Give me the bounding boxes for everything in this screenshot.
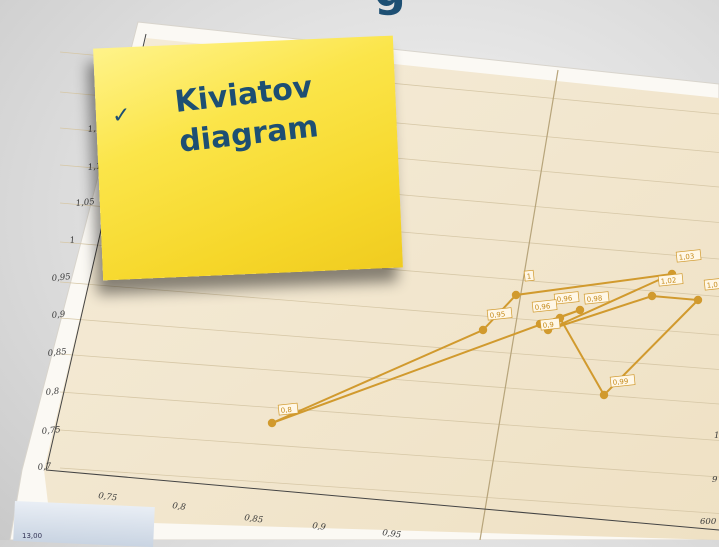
- y-tick-label: 1: [69, 235, 75, 246]
- second-slide-label: 13,00: [22, 532, 43, 540]
- data-point: [647, 291, 657, 301]
- data-point: [478, 325, 488, 335]
- data-point: [511, 290, 521, 300]
- data-point: [575, 305, 585, 315]
- data-point: [267, 418, 277, 428]
- data-label: 0,98: [586, 294, 602, 304]
- x-tick-label: 0,95: [382, 528, 402, 540]
- checkmark-icon: ✓: [111, 103, 132, 129]
- x-tick-label: 0,8: [172, 501, 187, 513]
- data-label: 0,96: [556, 294, 573, 304]
- y-tick-label: 0,8: [45, 387, 60, 398]
- y-tick-label: 0,7: [37, 462, 52, 473]
- data-label: 0,9: [542, 321, 554, 330]
- sticky-note-text: Kiviatov diagram: [173, 61, 381, 163]
- data-label: 1,02: [660, 276, 676, 286]
- x-tick-label: 0,9: [312, 521, 327, 533]
- second-slide-edge: [13, 500, 155, 547]
- data-point: [693, 295, 703, 305]
- data-label: 1: [526, 272, 531, 280]
- sticky-note: ✓ Kiviatov diagram: [93, 35, 403, 281]
- y-tick-label: 0,95: [51, 272, 71, 284]
- right-tick-label: 600: [700, 517, 717, 527]
- data-label: 1,03: [678, 252, 694, 262]
- data-label: 0,96: [534, 302, 551, 312]
- y-tick-label: 1,05: [75, 197, 95, 209]
- y-tick-label: 0,85: [47, 347, 67, 359]
- y-tick-label: 0,75: [41, 425, 61, 437]
- data-point: [599, 390, 609, 400]
- right-tick-label: 9: [712, 475, 718, 485]
- data-label: 0,95: [489, 310, 505, 320]
- y-tick-label: 0,9: [51, 310, 66, 321]
- data-label: 0,99: [612, 377, 628, 387]
- right-tick-label: 1: [714, 431, 719, 441]
- data-label: 1,0: [706, 281, 718, 290]
- data-label: 0,8: [280, 406, 292, 415]
